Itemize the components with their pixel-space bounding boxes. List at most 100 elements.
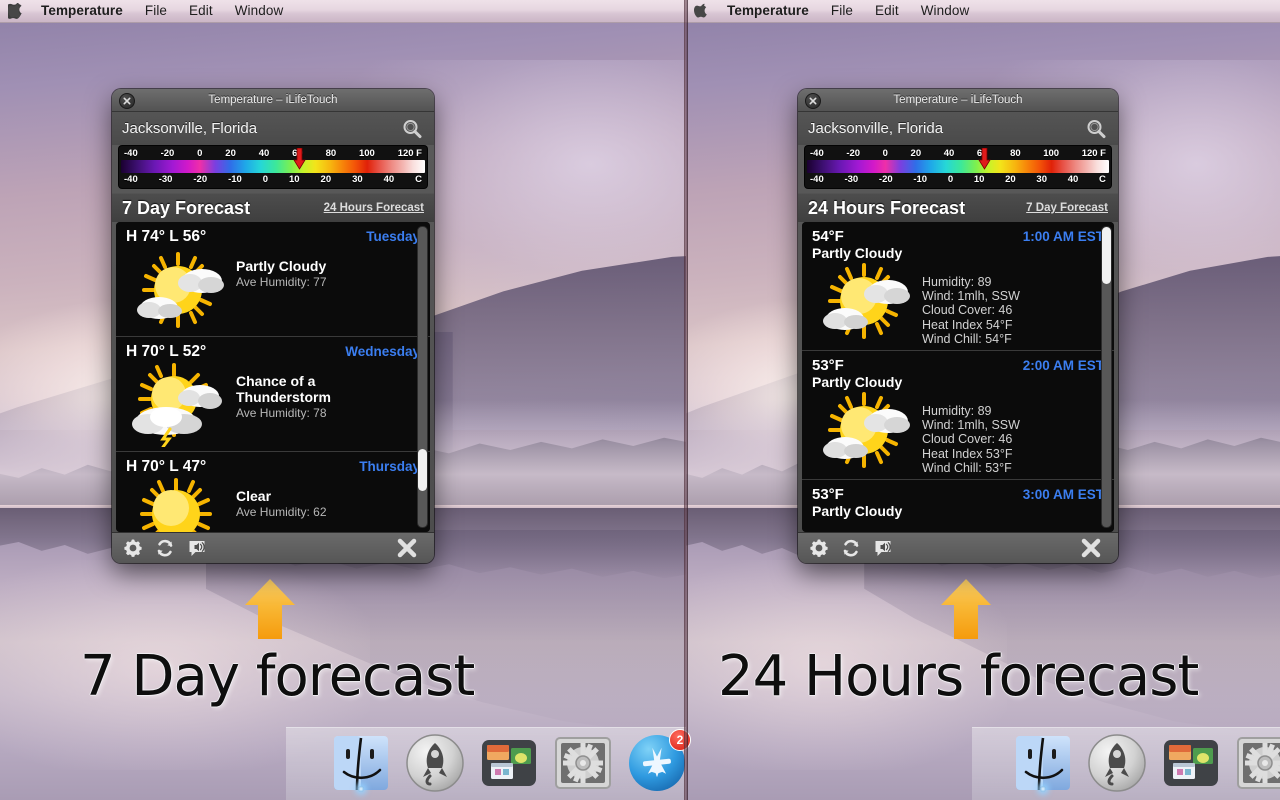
- switch-to-7day-link[interactable]: 7 Day Forecast: [1026, 202, 1108, 214]
- condition-text: Partly Cloudy: [812, 503, 903, 520]
- condition-text: Chance of a Thunderstorm: [236, 373, 331, 405]
- close-x-icon[interactable]: [1078, 536, 1104, 560]
- window-title: Temperature – iLifeTouch: [893, 94, 1023, 106]
- detail-wind: Wind: 1mlh, SSW: [922, 418, 1020, 433]
- table-row[interactable]: 53°F 2:00 AM EST Partly Cloudy Humidity:…: [802, 351, 1114, 481]
- menu-item-window[interactable]: Window: [224, 0, 295, 22]
- search-magnifier-icon[interactable]: [400, 117, 424, 141]
- mission-control-icon[interactable]: [478, 732, 540, 794]
- launchpad-icon[interactable]: [1086, 732, 1148, 794]
- menu-item-window[interactable]: Window: [910, 0, 981, 22]
- dock-left: 2: [330, 729, 691, 794]
- f-tick: 80: [325, 148, 337, 159]
- day-name: Wednesday: [345, 344, 420, 359]
- forecast-scrollbar[interactable]: [417, 226, 428, 528]
- table-row[interactable]: H 70° L 47° Thursday Clear Ave Humidity:…: [116, 452, 430, 532]
- callout-caption-7day: 7 Day forecast: [80, 644, 475, 709]
- c-tick: -40: [124, 174, 138, 185]
- running-indicator: [358, 786, 364, 792]
- hour-temp: 53°F: [812, 357, 844, 375]
- close-x-icon[interactable]: [394, 536, 420, 560]
- apple-logo-icon[interactable]: [0, 2, 30, 20]
- window-toolbar: [798, 532, 1118, 563]
- detail-heat-index: Heat Index 53°F: [922, 446, 1013, 461]
- hour-details: Humidity: 89 Wind: 1mlh, SSW Cloud Cover…: [922, 390, 1020, 475]
- gear-icon[interactable]: [120, 536, 146, 560]
- up-arrow-icon: [242, 578, 298, 640]
- hour-temp: 53°F: [812, 486, 844, 504]
- page-title: 24 Hours Forecast: [808, 197, 966, 218]
- fahrenheit-tick-row: -40 -20 0 20 40 60 80 100 120 F: [121, 147, 425, 160]
- speech-bubble-sound-icon[interactable]: [184, 536, 210, 560]
- temperature-gradient-bar: [807, 148, 1109, 173]
- table-row[interactable]: 53°F 3:00 AM EST Partly Cloudy: [802, 480, 1114, 523]
- f-tick: 100: [1043, 148, 1060, 159]
- table-row[interactable]: 54°F 1:00 AM EST Partly Cloudy Humidity:…: [802, 222, 1114, 352]
- menu-item-edit[interactable]: Edit: [178, 0, 224, 22]
- finder-icon[interactable]: [330, 732, 392, 794]
- detail-humidity: Humidity: 89: [922, 275, 992, 289]
- down-arrow-marker-icon: [293, 148, 306, 170]
- c-tick: 20: [320, 174, 332, 185]
- high-low-temp: H 70° L 47°: [126, 458, 207, 475]
- down-arrow-marker-icon: [977, 148, 991, 170]
- forecast-list-24hours[interactable]: 54°F 1:00 AM EST Partly Cloudy Humidity:…: [802, 222, 1114, 532]
- mission-control-icon[interactable]: [1160, 732, 1222, 794]
- temperature-gradient-bar: [121, 148, 425, 173]
- high-low-temp: H 70° L 52°: [126, 343, 207, 360]
- menu-item-temperature[interactable]: Temperature: [716, 0, 820, 22]
- f-tick: 40: [258, 148, 270, 159]
- c-tick: -40: [810, 174, 824, 185]
- table-row[interactable]: H 70° L 52° Wednesday Chance of a Thunde…: [116, 337, 430, 452]
- dock-right: [1012, 732, 1280, 794]
- desktop-screen: Temperature File Edit Window Temperature…: [0, 0, 1280, 800]
- f-tick: 40: [943, 148, 955, 159]
- menu-item-temperature[interactable]: Temperature: [30, 0, 134, 22]
- window-title: Temperature – iLifeTouch: [208, 94, 338, 106]
- gear-icon[interactable]: [806, 536, 832, 560]
- table-row[interactable]: H 74° L 56° Tuesday Partly Cloudy Ave Hu…: [116, 222, 430, 337]
- forecast-scrollbar[interactable]: [1101, 226, 1112, 528]
- switch-to-24h-link[interactable]: 24 Hours Forecast: [324, 202, 424, 214]
- forecast-list-7day[interactable]: H 74° L 56° Tuesday Partly Cloudy Ave Hu…: [116, 222, 430, 532]
- system-preferences-icon[interactable]: [1234, 732, 1280, 794]
- finder-icon[interactable]: [1012, 732, 1074, 794]
- c-tick: -30: [158, 174, 173, 185]
- menu-item-edit[interactable]: Edit: [864, 0, 910, 22]
- menubar-right: Temperature File Edit Window: [686, 0, 1280, 23]
- section-header-24hours: 24 Hours Forecast 7 Day Forecast: [798, 193, 1118, 222]
- speech-bubble-sound-icon[interactable]: [870, 536, 896, 560]
- launchpad-icon[interactable]: [404, 732, 466, 794]
- system-preferences-icon[interactable]: [552, 732, 614, 794]
- f-tick: 0: [882, 148, 888, 159]
- hour-temp: 54°F: [812, 228, 844, 245]
- search-magnifier-icon[interactable]: [1084, 117, 1108, 141]
- temperature-scale: -40 -20 0 20 40 60 80 100 120 F -40 -30 …: [118, 145, 428, 189]
- humidity-text: Ave Humidity: 77: [236, 275, 327, 289]
- menu-item-file[interactable]: File: [820, 0, 864, 22]
- search-input[interactable]: Jacksonville, Florida: [808, 120, 1084, 137]
- partly-cloudy-icon: [812, 390, 922, 474]
- close-icon[interactable]: [805, 93, 821, 109]
- c-tick: 10: [289, 174, 300, 185]
- refresh-icon[interactable]: [152, 536, 178, 560]
- sunny-icon: [126, 478, 236, 532]
- detail-cloud-cover: Cloud Cover: 46: [922, 432, 1013, 447]
- f-tick: -20: [160, 148, 175, 159]
- c-tick: -20: [878, 174, 893, 185]
- scrollbar-thumb[interactable]: [418, 449, 427, 491]
- day-name: Tuesday: [366, 229, 420, 244]
- close-icon[interactable]: [119, 93, 135, 109]
- scrollbar-thumb[interactable]: [1102, 227, 1111, 284]
- refresh-icon[interactable]: [838, 536, 864, 560]
- humidity-text: Ave Humidity: 62: [236, 505, 327, 519]
- section-header-7day: 7 Day Forecast 24 Hours Forecast: [112, 193, 434, 222]
- c-tick: 30: [352, 174, 363, 185]
- search-input[interactable]: Jacksonville, Florida: [122, 120, 400, 137]
- partly-cloudy-icon: [126, 248, 236, 332]
- detail-heat-index: Heat Index 54°F: [922, 317, 1013, 332]
- menu-item-file[interactable]: File: [134, 0, 178, 22]
- apple-logo-icon[interactable]: [686, 3, 716, 20]
- app-store-icon[interactable]: 2: [626, 729, 691, 794]
- f-tick: 100: [358, 148, 375, 159]
